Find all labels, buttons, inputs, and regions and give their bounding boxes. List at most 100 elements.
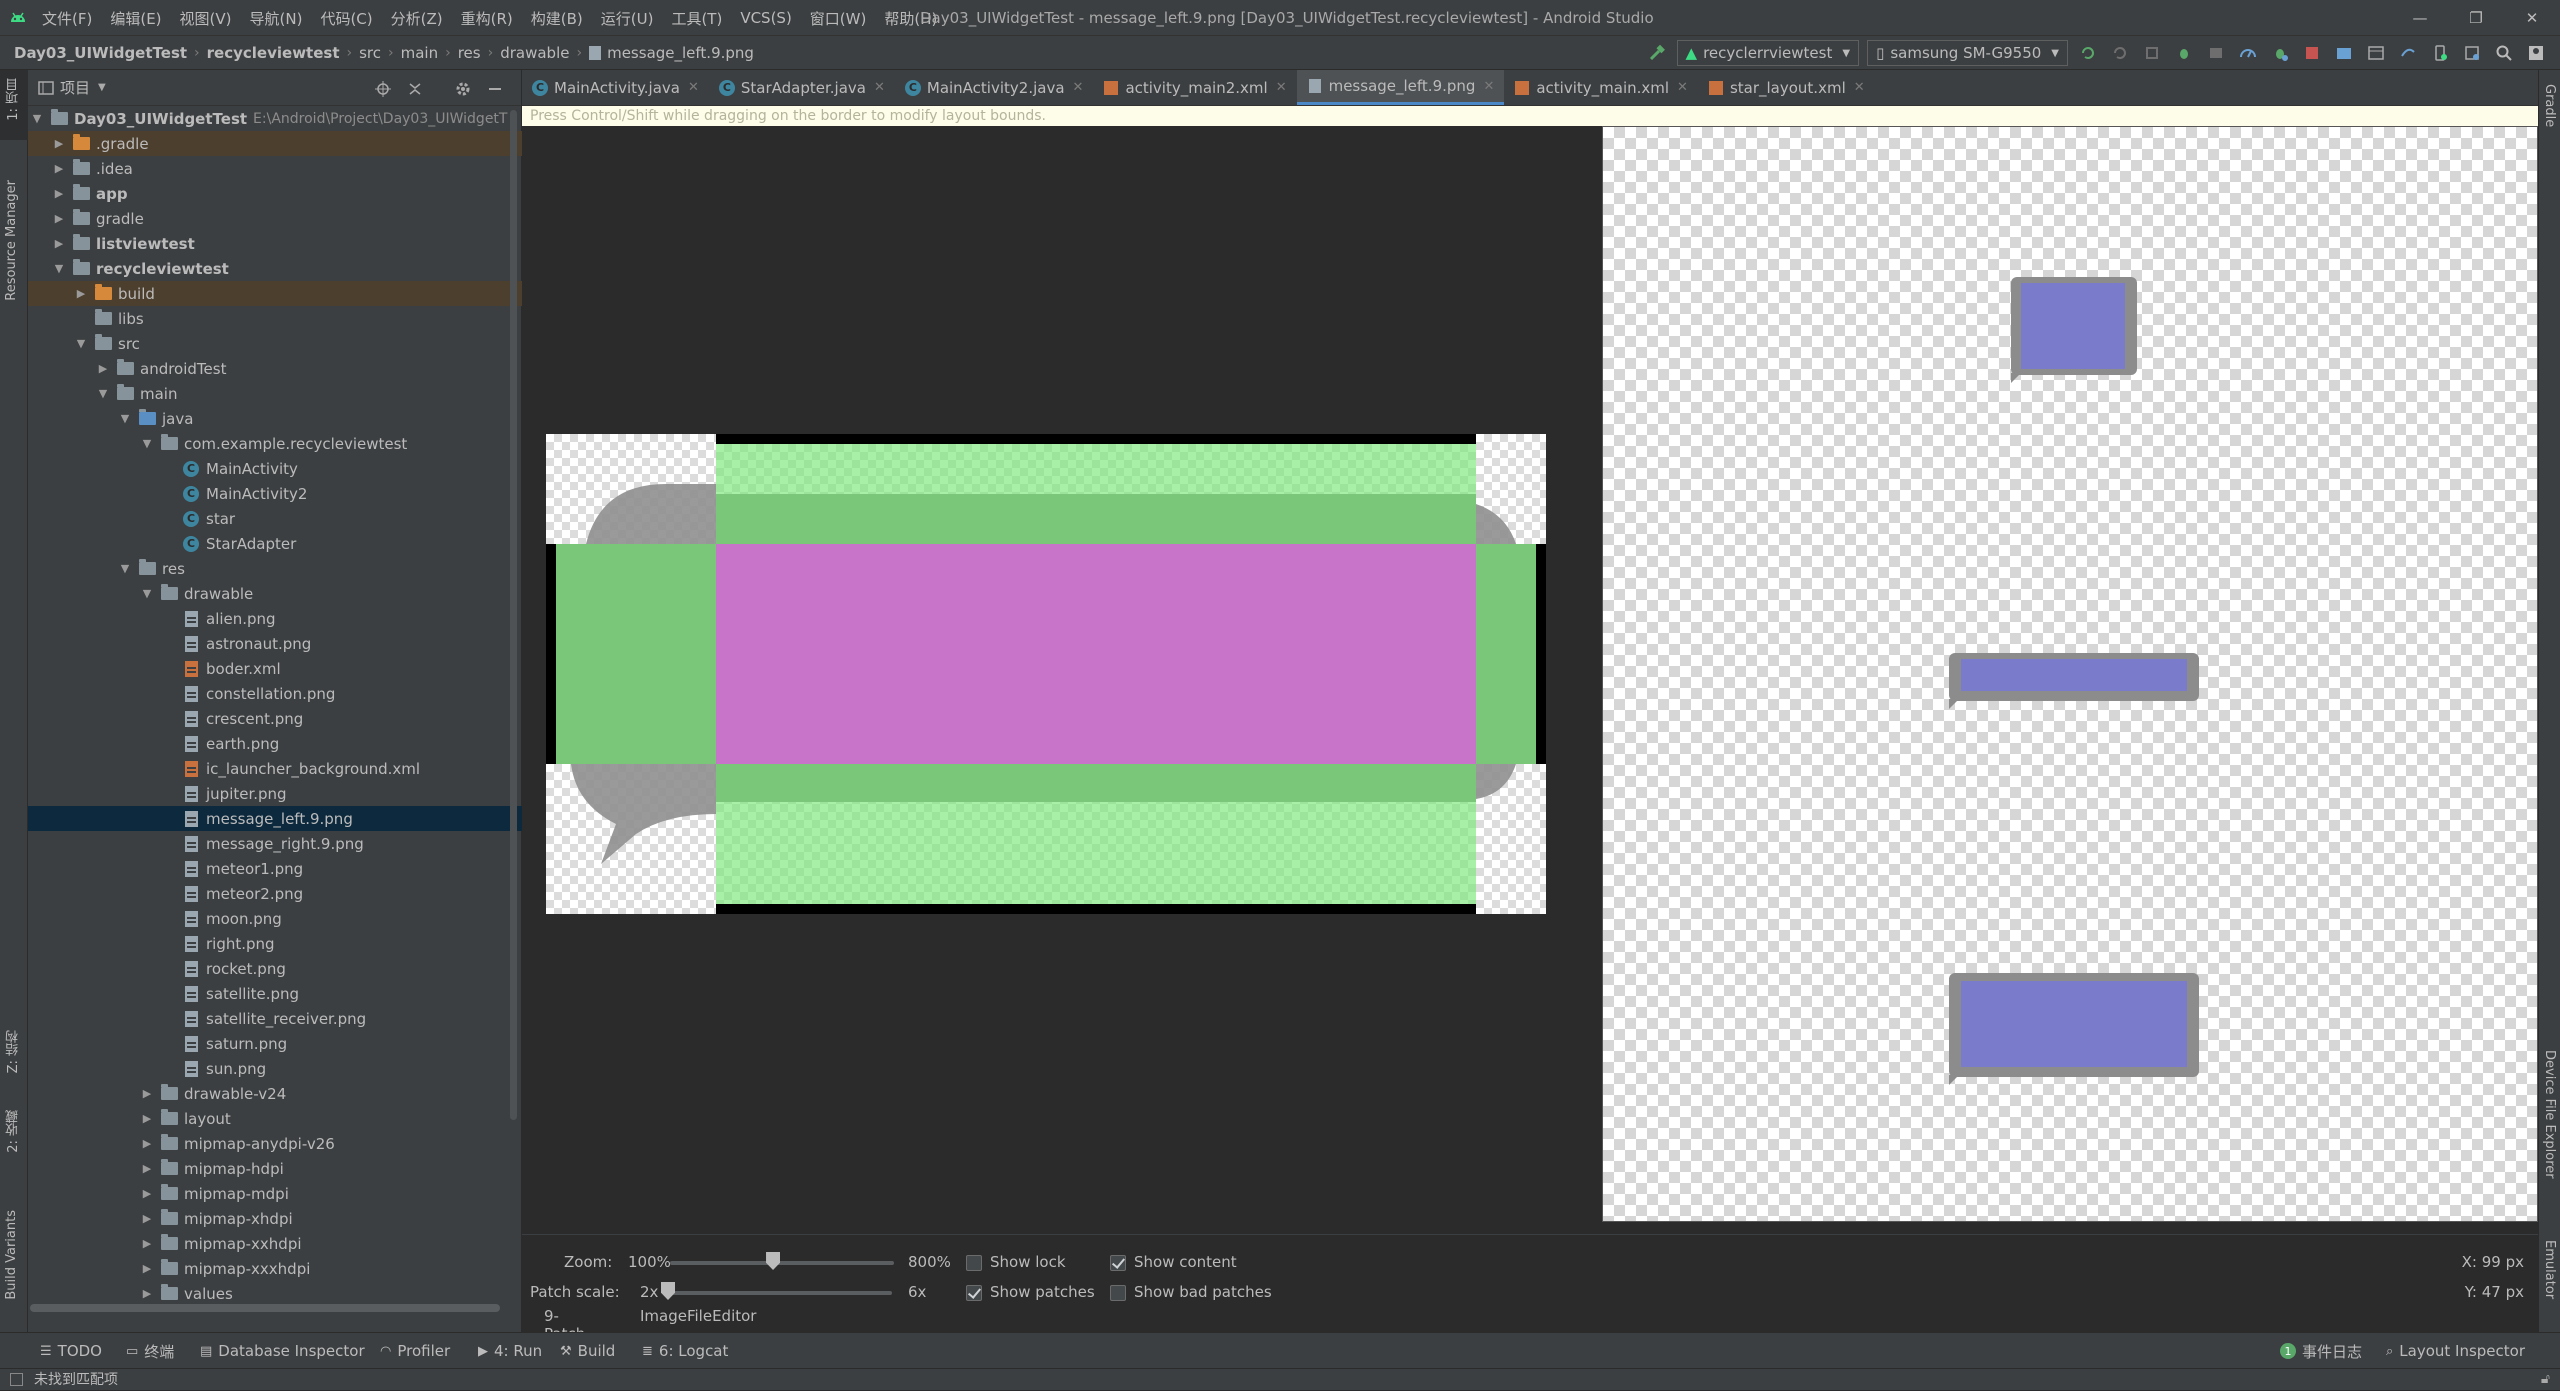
editor-tab[interactable]: message_left.9.png ✕	[1296, 70, 1505, 105]
tree-item[interactable]: ▼ drawable	[28, 581, 522, 606]
event-log-button[interactable]: 1 事件日志	[2280, 1333, 2362, 1369]
tab-image-file-editor[interactable]: ImageFileEditor	[628, 1307, 768, 1329]
tree-item[interactable]: satellite.png	[28, 981, 522, 1006]
account-icon[interactable]	[2523, 40, 2549, 66]
tree-toggle-icon[interactable]: ▶	[140, 1287, 154, 1300]
search-icon[interactable]	[2491, 40, 2517, 66]
tree-item[interactable]: ▶ mipmap-hdpi	[28, 1156, 522, 1181]
status-toggle-icon[interactable]	[10, 1373, 23, 1386]
breadcrumb-item[interactable]: recycleviewtest	[207, 44, 340, 62]
tree-item[interactable]: ▶ gradle	[28, 206, 522, 231]
close-tab-icon[interactable]: ✕	[688, 80, 699, 95]
tree-item[interactable]: C MainActivity2	[28, 481, 522, 506]
tree-toggle-icon[interactable]: ▶	[140, 1262, 154, 1275]
close-tab-icon[interactable]: ✕	[874, 80, 885, 95]
tree-toggle-icon[interactable]: ▶	[96, 362, 110, 375]
breadcrumb-item[interactable]: res	[458, 44, 481, 62]
menu-item[interactable]: 窗口(W)	[810, 8, 867, 29]
tree-toggle-icon[interactable]: ▼	[52, 262, 66, 275]
close-tab-icon[interactable]: ✕	[1677, 80, 1688, 95]
coverage-icon[interactable]	[2203, 40, 2229, 66]
patch-scale-slider-handle[interactable]	[661, 1282, 675, 1300]
editor-tab[interactable]: C MainActivity2.java ✕	[895, 70, 1094, 105]
tree-item[interactable]: earth.png	[28, 731, 522, 756]
tree-toggle-icon[interactable]: ▼	[140, 437, 154, 450]
restore-button[interactable]: ❐	[2448, 0, 2504, 36]
tree-item[interactable]: ▶ mipmap-xxxhdpi	[28, 1256, 522, 1281]
patch-scale-slider[interactable]	[668, 1291, 892, 1295]
tree-item[interactable]: ▶ layout	[28, 1106, 522, 1131]
editor-tab[interactable]: activity_main.xml ✕	[1504, 70, 1698, 105]
tree-item[interactable]: Cstar	[28, 506, 522, 531]
tree-item[interactable]: ▶ mipmap-anydpi-v26	[28, 1131, 522, 1156]
tool-window-button[interactable]: ☰ TODO	[40, 1333, 102, 1369]
menu-item[interactable]: VCS(S)	[740, 9, 791, 27]
editor-tab[interactable]: C StarAdapter.java ✕	[709, 70, 895, 105]
menu-item[interactable]: 编辑(E)	[110, 8, 161, 29]
editor-tab[interactable]: star_layout.xml ✕	[1698, 70, 1875, 105]
tree-toggle-icon[interactable]: ▶	[140, 1187, 154, 1200]
tree-item[interactable]: ▶ listviewtest	[28, 231, 522, 256]
tree-item[interactable]: ic_launcher_background.xml	[28, 756, 522, 781]
gradle-tool-button[interactable]: Gradle	[2542, 84, 2557, 127]
tree-item[interactable]: ▼ recycleviewtest	[28, 256, 522, 281]
tree-toggle-icon[interactable]: ▼	[74, 337, 88, 350]
breadcrumb-item[interactable]: Day03_UIWidgetTest	[14, 44, 187, 62]
tree-item[interactable]: alien.png	[28, 606, 522, 631]
tree-toggle-icon[interactable]: ▼	[118, 562, 132, 575]
menu-item[interactable]: 视图(V)	[180, 8, 232, 29]
menu-item[interactable]: 运行(U)	[601, 8, 654, 29]
tree-item[interactable]: ▶ androidTest	[28, 356, 522, 381]
tree-item[interactable]: moon.png	[28, 906, 522, 931]
tree-item[interactable]: ▼ com.example.recycleviewtest	[28, 431, 522, 456]
breadcrumb-item[interactable]: main	[401, 44, 438, 62]
apply-code-changes-icon[interactable]	[2107, 40, 2133, 66]
tree-item[interactable]: C StarAdapter	[28, 531, 522, 556]
show-lock-checkbox[interactable]	[966, 1255, 982, 1271]
tree-item[interactable]: ▶ mipmap-xhdpi	[28, 1206, 522, 1231]
rerun-icon[interactable]	[2139, 40, 2165, 66]
tree-item[interactable]: ▼ src	[28, 331, 522, 356]
tree-item[interactable]: message_left.9.png	[28, 806, 522, 831]
tree-item[interactable]: ▼ res	[28, 556, 522, 581]
tree-toggle-icon[interactable]: ▶	[140, 1237, 154, 1250]
tree-item[interactable]: saturn.png	[28, 1031, 522, 1056]
tool-window-button[interactable]: ≣ 6: Logcat	[642, 1333, 728, 1369]
tool-window-button[interactable]: ▭ 终端	[126, 1333, 174, 1369]
tool-window-button[interactable]: ◠ Profiler	[380, 1333, 450, 1369]
tree-item[interactable]: ▶ build	[28, 281, 522, 306]
tree-toggle-icon[interactable]: ▶	[140, 1212, 154, 1225]
layout-inspector-button[interactable]: ⌕ Layout Inspector	[2386, 1333, 2525, 1369]
menu-item[interactable]: 分析(Z)	[391, 8, 443, 29]
menu-item[interactable]: 文件(F)	[42, 8, 92, 29]
editor-tab[interactable]: C MainActivity.java ✕	[522, 70, 709, 105]
tree-item[interactable]: astronaut.png	[28, 631, 522, 656]
tree-item[interactable]: crescent.png	[28, 706, 522, 731]
tree-toggle-icon[interactable]: ▶	[140, 1112, 154, 1125]
tree-toggle-icon[interactable]: ▶	[74, 287, 88, 300]
tree-horizontal-scrollbar[interactable]	[30, 1304, 500, 1312]
gear-icon[interactable]	[450, 76, 476, 102]
device-select[interactable]: ▯ samsung SM-G9550 ▼	[1867, 40, 2068, 66]
close-window-button[interactable]: ✕	[2504, 0, 2560, 36]
tree-toggle-icon[interactable]: ▼	[30, 112, 44, 125]
tree-vertical-scrollbar[interactable]	[510, 110, 517, 1120]
zoom-slider-handle[interactable]	[766, 1252, 781, 1270]
menu-item[interactable]: 导航(N)	[250, 8, 303, 29]
close-tab-icon[interactable]: ✕	[1073, 80, 1084, 95]
tree-item[interactable]: C MainActivity	[28, 456, 522, 481]
tree-item[interactable]: ▼ main	[28, 381, 522, 406]
tool-window-button[interactable]: ▤ Database Inspector	[200, 1333, 365, 1369]
show-content-checkbox[interactable]	[1110, 1255, 1126, 1271]
nine-patch-image[interactable]	[546, 434, 1546, 914]
sdk-manager-icon[interactable]	[2459, 40, 2485, 66]
minimize-button[interactable]: —	[2392, 0, 2448, 36]
hide-panel-icon[interactable]	[482, 76, 508, 102]
tree-item[interactable]: message_right.9.png	[28, 831, 522, 856]
tree-toggle-icon[interactable]: ▶	[52, 162, 66, 175]
tree-item[interactable]: boder.xml	[28, 656, 522, 681]
tree-toggle-icon[interactable]: ▶	[52, 237, 66, 250]
tree-toggle-icon[interactable]: ▶	[52, 212, 66, 225]
lock-icon[interactable]: 🔓︎	[2541, 1371, 2550, 1387]
apply-changes-icon[interactable]	[2075, 40, 2101, 66]
